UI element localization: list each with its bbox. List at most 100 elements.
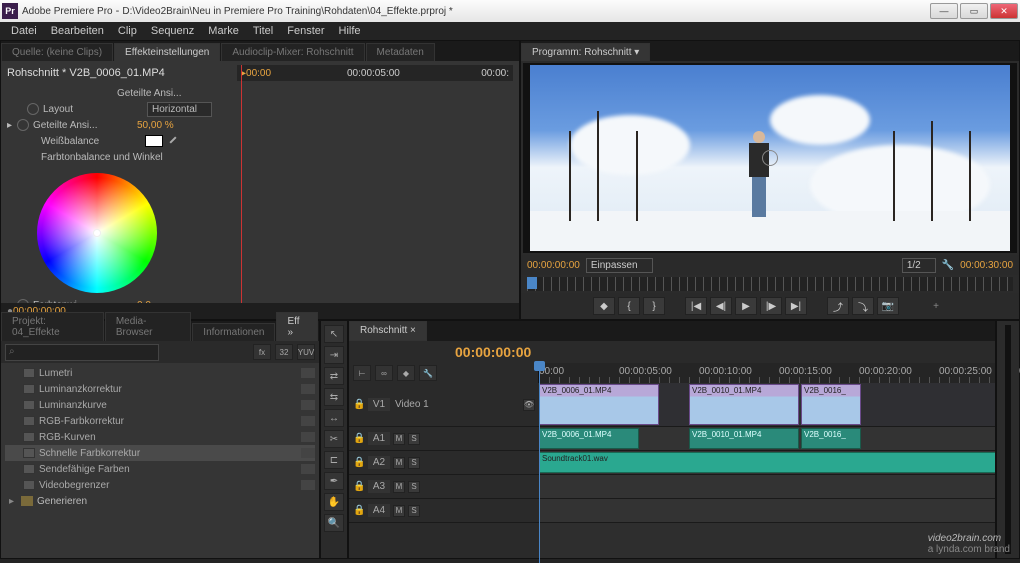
in-button[interactable]: { (618, 297, 640, 315)
settings-button[interactable]: 🔧 (419, 365, 437, 381)
tab-effect-controls[interactable]: Effekteinstellungen (114, 43, 220, 61)
effect-item[interactable]: Schnelle Farbkorrektur (5, 445, 315, 461)
razor-tool[interactable]: ✂ (324, 430, 344, 448)
export-frame-button[interactable]: 📷 (877, 297, 899, 315)
color-wheel[interactable] (37, 173, 157, 293)
track-lane-a1[interactable]: V2B_0006_01.MP4V2B_0010_01.MP4V2B_0016_ (539, 427, 995, 451)
lock-icon[interactable]: 🔒 (353, 481, 365, 493)
minimize-button[interactable]: — (930, 3, 958, 19)
prop-geteilte[interactable]: Geteilte Ansi... (117, 88, 181, 99)
out-button[interactable]: } (643, 297, 665, 315)
effect-item[interactable]: Videobegrenzer (5, 477, 315, 493)
add-button[interactable]: + (925, 297, 947, 315)
timeline-clip[interactable]: Soundtrack01.wav (539, 452, 995, 473)
timeline-ruler[interactable]: 00:0000:00:05:0000:00:10:0000:00:15:0000… (539, 363, 995, 383)
program-playhead[interactable] (527, 277, 537, 289)
pen-tool[interactable]: ✒ (324, 472, 344, 490)
menu-datei[interactable]: Datei (4, 25, 44, 37)
timeline-clip[interactable]: V2B_0006_01.MP4 (539, 384, 659, 425)
zoom-dropdown[interactable]: 1/2 (902, 258, 936, 273)
menu-fenster[interactable]: Fenster (280, 25, 331, 37)
effect-item[interactable]: Luminanzkorrektur (5, 381, 315, 397)
menu-bearbeiten[interactable]: Bearbeiten (44, 25, 111, 37)
stopwatch-icon[interactable] (17, 119, 29, 131)
wrench-icon[interactable]: 🔧 (942, 260, 954, 271)
tab-project[interactable]: Projekt: 04_Effekte (1, 312, 104, 341)
track-head-a2[interactable]: 🔒 A2 M S (349, 451, 539, 475)
lock-icon[interactable]: 🔒 (353, 457, 365, 469)
prop-geteilte2-value[interactable]: 50,00 % (137, 120, 174, 131)
track-lane-a3[interactable] (539, 475, 995, 499)
layout-dropdown[interactable]: Horizontal (147, 102, 212, 117)
track-lane-v1[interactable]: V2B_0006_01.MP4 V2B_0010_01.MP4V2B_0016_ (539, 383, 995, 427)
play-button[interactable]: ▶ (735, 297, 757, 315)
rate-stretch-tool[interactable]: ↔ (324, 409, 344, 427)
effect-item[interactable]: Luminanzkurve (5, 397, 315, 413)
program-timecode-in[interactable]: 00:00:00:00 (527, 260, 580, 271)
stopwatch-icon[interactable] (17, 299, 29, 303)
menu-hilfe[interactable]: Hilfe (332, 25, 368, 37)
effect-item[interactable]: Lumetri (5, 365, 315, 381)
preset-yuv-button[interactable]: YUV (297, 344, 315, 360)
tab-info[interactable]: Informationen (192, 323, 275, 341)
tab-media-browser[interactable]: Media-Browser (105, 312, 191, 341)
mute-button[interactable]: M (393, 457, 405, 469)
tab-effects[interactable]: Eff » (276, 312, 318, 341)
maximize-button[interactable]: ▭ (960, 3, 988, 19)
timeline-tab[interactable]: Rohschnitt × (349, 321, 427, 341)
lift-button[interactable]: ⤴ (827, 297, 849, 315)
marker-button[interactable]: ◆ (593, 297, 615, 315)
program-timecode-out[interactable]: 00:00:30:00 (960, 260, 1013, 271)
timeline-playhead[interactable] (539, 363, 540, 563)
extract-button[interactable]: ⤵ (852, 297, 874, 315)
goto-out-button[interactable]: ▶| (785, 297, 807, 315)
stopwatch-icon[interactable] (27, 103, 39, 115)
track-lane-a2[interactable]: Soundtrack01.wav (539, 451, 995, 475)
step-fwd-button[interactable]: |▶ (760, 297, 782, 315)
fx-filter-button[interactable]: fx (253, 344, 271, 360)
effect-item[interactable]: RGB-Kurven (5, 429, 315, 445)
solo-button[interactable]: S (408, 481, 420, 493)
effect-playhead[interactable] (241, 65, 242, 303)
color-wheel-handle[interactable] (93, 229, 101, 237)
eyedropper-icon[interactable] (167, 135, 179, 147)
track-head-a4[interactable]: 🔒 A4 M S (349, 499, 539, 523)
menu-marke[interactable]: Marke (201, 25, 246, 37)
mute-button[interactable]: M (393, 433, 405, 445)
marker-button[interactable]: ◆ (397, 365, 415, 381)
timeline-clip[interactable]: V2B_0010_01.MP4 (689, 428, 799, 449)
track-head-a3[interactable]: 🔒 A3 M S (349, 475, 539, 499)
eye-icon[interactable]: 👁 (523, 399, 535, 411)
menu-clip[interactable]: Clip (111, 25, 144, 37)
wb-swatch[interactable] (145, 135, 163, 147)
tab-audio-mixer[interactable]: Audioclip-Mixer: Rohschnitt (221, 43, 364, 61)
track-head-v1[interactable]: 🔒 V1 Video 1 👁 (349, 383, 539, 427)
selection-tool[interactable]: ↖ (324, 325, 344, 343)
effect-timeline-ruler[interactable]: ▸00:00 00:00:05:00 00:00: (237, 65, 513, 81)
solo-button[interactable]: S (408, 457, 420, 469)
program-ruler[interactable] (527, 277, 1013, 291)
lock-icon[interactable]: 🔒 (353, 399, 365, 411)
zoom-tool[interactable]: 🔍 (324, 514, 344, 532)
menu-sequenz[interactable]: Sequenz (144, 25, 201, 37)
timeline-clip[interactable]: V2B_0010_01.MP4 (689, 384, 799, 425)
timeline-timecode[interactable]: 00:00:00:00 (455, 344, 531, 360)
timeline-clip[interactable]: V2B_0016_ (801, 384, 861, 425)
track-lane-a4[interactable] (539, 499, 995, 523)
fit-dropdown[interactable]: Einpassen (586, 258, 653, 273)
ripple-tool[interactable]: ⇄ (324, 367, 344, 385)
mute-button[interactable]: M (393, 481, 405, 493)
goto-in-button[interactable]: |◀ (685, 297, 707, 315)
solo-button[interactable]: S (408, 505, 420, 517)
effect-folder[interactable]: ▸Generieren (5, 493, 315, 509)
tab-program[interactable]: Programm: Rohschnitt ▾ (521, 43, 650, 61)
slip-tool[interactable]: ⊏ (324, 451, 344, 469)
close-button[interactable]: ✕ (990, 3, 1018, 19)
tab-metadata[interactable]: Metadaten (366, 43, 435, 61)
step-back-button[interactable]: ◀| (710, 297, 732, 315)
mute-button[interactable]: M (393, 505, 405, 517)
lock-icon[interactable]: 🔒 (353, 433, 365, 445)
program-monitor[interactable] (523, 63, 1017, 253)
timeline-clip[interactable]: V2B_0016_ (801, 428, 861, 449)
snap-button[interactable]: ⊢ (353, 365, 371, 381)
